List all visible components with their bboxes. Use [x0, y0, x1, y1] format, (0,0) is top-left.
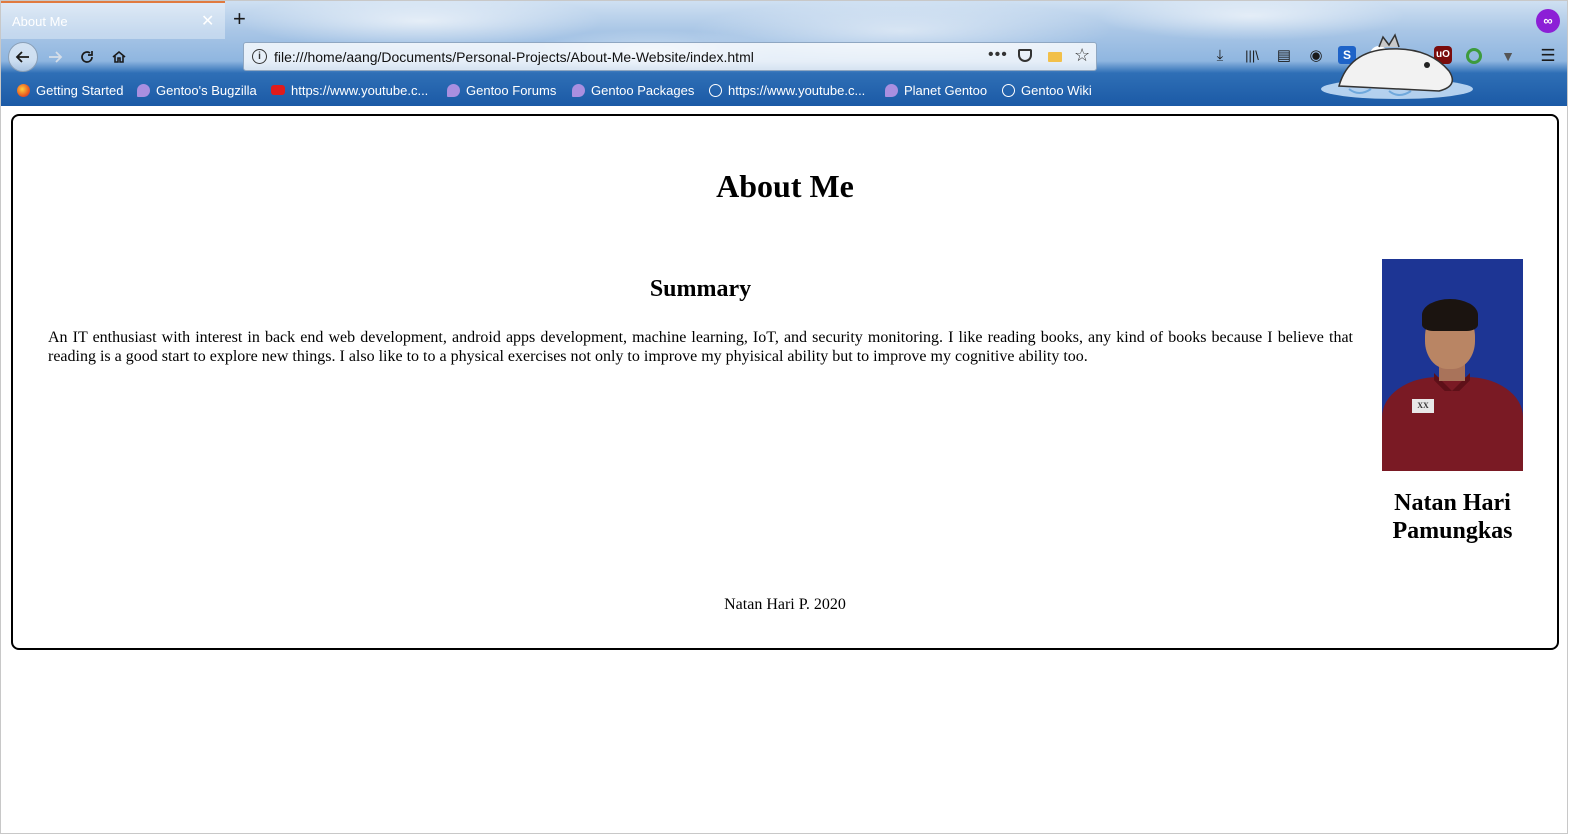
- summary-text: An IT enthusiast with interest in back e…: [48, 329, 1353, 365]
- gentoo-icon: [885, 84, 898, 97]
- library-icon[interactable]: |||\: [1242, 46, 1262, 66]
- name-line-1: Natan Hari: [1394, 490, 1511, 516]
- bookmark-gentoo-wiki[interactable]: Gentoo Wiki: [1002, 81, 1092, 101]
- sidebar-icon[interactable]: ▤: [1274, 46, 1294, 66]
- page-viewport: About Me Summary An IT enthusiast with i…: [1, 106, 1567, 833]
- bookmark-label: Gentoo Packages: [591, 83, 695, 98]
- bookmark-youtube-1[interactable]: https://www.youtube.c...: [271, 81, 428, 101]
- bookmark-label: Gentoo Forums: [466, 83, 557, 98]
- browser-chrome: About Me ✕ + ∞ i file:///home/aang/Docum…: [1, 1, 1567, 106]
- bookmark-getting-started[interactable]: Getting Started: [17, 81, 123, 101]
- reload-icon: [81, 51, 93, 63]
- new-tab-button[interactable]: +: [233, 7, 246, 31]
- footer-text: Natan Hari P. 2020: [724, 596, 846, 613]
- tab-about-me[interactable]: About Me ✕: [1, 1, 225, 39]
- url-input[interactable]: file:///home/aang/Documents/Personal-Pro…: [274, 49, 754, 65]
- bookmark-label: Gentoo Wiki: [1021, 83, 1092, 98]
- back-icon: [15, 51, 29, 63]
- reload-button[interactable]: [73, 43, 101, 71]
- private-browsing-icon[interactable]: ∞: [1536, 9, 1560, 33]
- summary-heading: Summary: [649, 276, 752, 302]
- bookmark-label: Planet Gentoo: [904, 83, 988, 98]
- about-card: About Me Summary An IT enthusiast with i…: [11, 114, 1559, 650]
- more-icon[interactable]: •••: [988, 46, 1008, 64]
- bookmark-gentoo-forums[interactable]: Gentoo Forums: [447, 81, 556, 101]
- info-icon[interactable]: i: [252, 49, 267, 64]
- globe-icon: [709, 84, 722, 97]
- url-bar[interactable]: i file:///home/aang/Documents/Personal-P…: [243, 42, 1097, 71]
- firefox-icon: [17, 84, 30, 97]
- pocket-icon[interactable]: [1018, 49, 1032, 62]
- back-button[interactable]: [8, 42, 38, 72]
- bookmark-label: Gentoo's Bugzilla: [156, 83, 257, 98]
- browser-window: About Me ✕ + ∞ i file:///home/aang/Docum…: [0, 0, 1568, 834]
- forward-button[interactable]: [41, 43, 69, 71]
- profile-photo: XX: [1382, 259, 1523, 471]
- gentoo-icon: [447, 84, 460, 97]
- menu-icon[interactable]: ☰: [1538, 46, 1558, 66]
- profile-name: Natan Hari Pamungkas: [1372, 489, 1533, 545]
- bookmark-label: Getting Started: [36, 83, 124, 98]
- v-extension-icon[interactable]: ▼: [1498, 46, 1518, 66]
- photo-shirt: [1382, 377, 1523, 471]
- gentoo-icon: [137, 84, 150, 97]
- gentoo-icon: [572, 84, 585, 97]
- globe-icon: [1002, 84, 1015, 97]
- bookmark-gentoo-packages[interactable]: Gentoo Packages: [572, 81, 694, 101]
- bookmark-label: https://www.youtube.c...: [728, 83, 866, 98]
- bookmark-gentoo-bugzilla[interactable]: Gentoo's Bugzilla: [137, 81, 257, 101]
- close-tab-icon[interactable]: ✕: [201, 11, 214, 31]
- tab-title: About Me: [12, 14, 68, 29]
- home-button[interactable]: [105, 43, 133, 71]
- bookmark-planet-gentoo[interactable]: Planet Gentoo: [885, 81, 987, 101]
- star-icon[interactable]: ☆: [1074, 45, 1090, 66]
- youtube-icon: [271, 85, 285, 95]
- page-title: About Me: [716, 168, 854, 204]
- bookmarks-toolbar: Getting Started Gentoo's Bugzilla https:…: [1, 79, 1567, 103]
- folder-icon[interactable]: [1048, 52, 1062, 62]
- photo-hair: [1422, 299, 1478, 331]
- download-icon[interactable]: ⤓: [1210, 46, 1230, 66]
- photo-patch: XX: [1412, 399, 1434, 413]
- bookmark-label: https://www.youtube.c...: [291, 83, 429, 98]
- bookmark-youtube-2[interactable]: https://www.youtube.c...: [709, 81, 865, 101]
- name-line-2: Pamungkas: [1392, 518, 1513, 544]
- home-icon: [112, 50, 126, 63]
- forward-icon: [49, 51, 63, 63]
